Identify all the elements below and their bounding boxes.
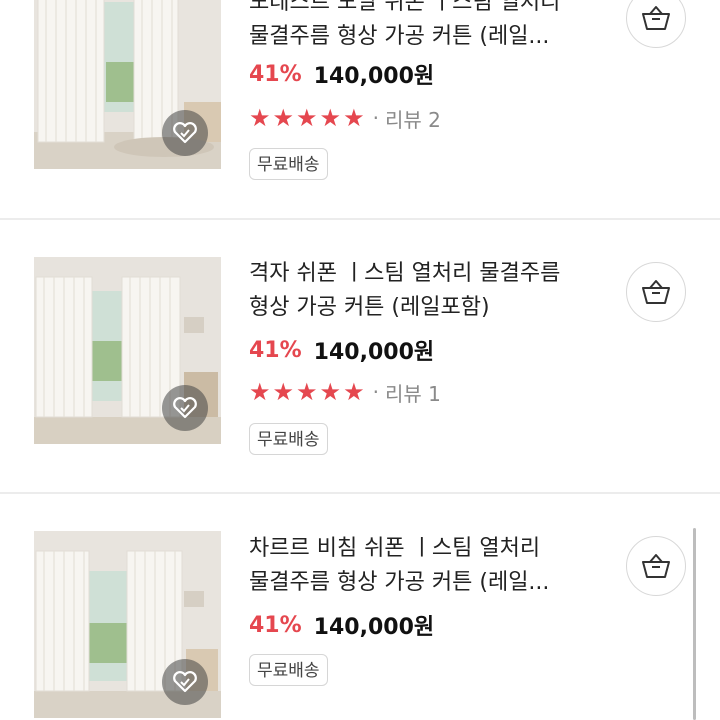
rating-row: ★ ★ ★ ★ ★ · 리뷰 2 xyxy=(249,103,441,133)
title-line: 물결주름 형상 가공 커튼 (레일... xyxy=(249,24,550,49)
discount-rate: 41% xyxy=(249,337,302,363)
shopping-bag-icon xyxy=(642,554,670,578)
price-row: 41% 140,000원 xyxy=(249,609,434,641)
title-line: 격자 쉬폰 ㅣ스팀 열처리 물결주름 xyxy=(249,261,561,286)
star-icon: ★ xyxy=(249,378,271,406)
review-count[interactable]: 리뷰 2 xyxy=(385,104,441,133)
star-rating: ★ ★ ★ ★ ★ xyxy=(249,380,367,404)
title-line: 차르르 비침 쉬폰 ㅣ스팀 열처리 xyxy=(249,536,541,561)
title-line: 모데스트 모달 쉬폰 ㅣ스팀 열처리 xyxy=(249,0,561,15)
product-card[interactable]: 차르르 비침 쉬폰 ㅣ스팀 열처리 물결주름 형상 가공 커튼 (레일... 4… xyxy=(0,494,720,720)
heart-icon xyxy=(173,397,197,419)
scrollbar[interactable] xyxy=(693,528,696,720)
free-shipping-badge: 무료배송 xyxy=(249,423,328,455)
star-icon: ★ xyxy=(343,378,365,406)
heart-icon xyxy=(173,122,197,144)
star-icon: ★ xyxy=(296,104,318,132)
add-to-cart-button[interactable] xyxy=(626,262,686,322)
star-rating: ★ ★ ★ ★ ★ xyxy=(249,106,367,130)
shopping-bag-icon xyxy=(642,6,670,30)
product-title[interactable]: 차르르 비침 쉬폰 ㅣ스팀 열처리 물결주름 형상 가공 커튼 (레일... xyxy=(249,532,619,600)
title-line: 물결주름 형상 가공 커튼 (레일... xyxy=(249,570,550,595)
review-separator: · xyxy=(372,380,379,404)
product-card[interactable]: 격자 쉬폰 ㅣ스팀 열처리 물결주름 형상 가공 커튼 (레일포함) 41% 1… xyxy=(0,220,720,492)
wishlist-button[interactable] xyxy=(162,110,208,156)
free-shipping-badge: 무료배송 xyxy=(249,654,328,686)
heart-icon xyxy=(173,671,197,693)
star-icon: ★ xyxy=(249,104,271,132)
price-row: 41% 140,000원 xyxy=(249,58,434,90)
price: 140,000원 xyxy=(313,340,435,365)
add-to-cart-button[interactable] xyxy=(626,536,686,596)
star-icon: ★ xyxy=(272,104,295,132)
star-icon: ★ xyxy=(319,378,342,406)
product-title[interactable]: 격자 쉬폰 ㅣ스팀 열처리 물결주름 형상 가공 커튼 (레일포함) xyxy=(249,257,619,325)
product-card[interactable]: 모데스트 모달 쉬폰 ㅣ스팀 열처리 물결주름 형상 가공 커튼 (레일... … xyxy=(0,0,720,218)
review-count[interactable]: 리뷰 1 xyxy=(385,378,441,407)
price: 140,000원 xyxy=(313,64,435,89)
discount-rate: 41% xyxy=(249,612,302,638)
free-shipping-badge: 무료배송 xyxy=(249,148,328,180)
star-icon: ★ xyxy=(343,104,365,132)
shopping-bag-icon xyxy=(642,280,670,304)
product-title[interactable]: 모데스트 모달 쉬폰 ㅣ스팀 열처리 물결주름 형상 가공 커튼 (레일... xyxy=(249,0,619,54)
wishlist-button[interactable] xyxy=(162,659,208,705)
price-row: 41% 140,000원 xyxy=(249,334,434,366)
discount-rate: 41% xyxy=(249,61,302,87)
wishlist-button[interactable] xyxy=(162,385,208,431)
star-icon: ★ xyxy=(272,378,295,406)
star-icon: ★ xyxy=(296,378,318,406)
product-list: 모데스트 모달 쉬폰 ㅣ스팀 열처리 물결주름 형상 가공 커튼 (레일... … xyxy=(0,0,720,720)
price: 140,000원 xyxy=(313,615,435,640)
review-separator: · xyxy=(372,106,379,130)
star-icon: ★ xyxy=(319,104,342,132)
rating-row: ★ ★ ★ ★ ★ · 리뷰 1 xyxy=(249,377,441,407)
add-to-cart-button[interactable] xyxy=(626,0,686,48)
title-line: 형상 가공 커튼 (레일포함) xyxy=(249,295,490,320)
